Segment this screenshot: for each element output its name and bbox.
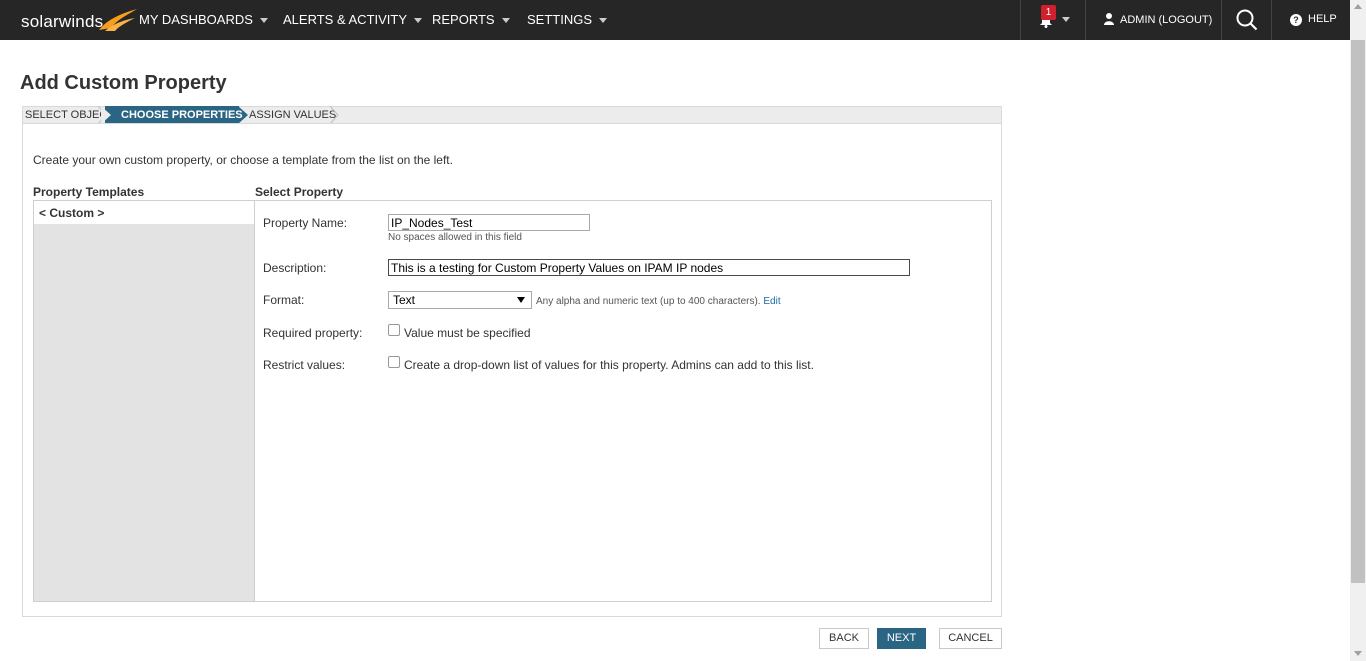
chevron-down-icon [599,18,608,24]
step-active-left-notch [101,106,111,124]
format-select[interactable]: Text [388,291,532,309]
help-icon: ? [1290,14,1302,26]
chevron-down-icon [414,18,423,24]
scroll-down-icon[interactable] [1354,651,1362,656]
format-hint: Any alpha and numeric text (up to 400 ch… [536,296,781,307]
restrict-values-checkbox[interactable] [388,356,400,368]
template-item-custom[interactable]: < Custom > [34,201,254,224]
search-icon[interactable] [1236,9,1258,31]
restrict-values-checkbox-label[interactable]: Create a drop-down list of values for th… [404,358,814,372]
scroll-up-icon[interactable] [1354,4,1362,9]
nav-reports-label: REPORTS [432,12,495,27]
property-name-input[interactable] [388,214,590,231]
logo-text: solarwinds [21,12,104,31]
divider [1271,0,1272,40]
step-assign-values[interactable]: ASSIGN VALUES [249,109,336,121]
help-label: HELP [1308,13,1337,25]
nav-settings[interactable]: SETTINGS [527,12,608,27]
chevron-down-icon [259,18,268,24]
nav-alerts-activity-label: ALERTS & ACTIVITY [283,12,408,27]
property-name-label: Property Name: [263,216,348,230]
divider [1020,0,1021,40]
nav-my-dashboards[interactable]: MY DASHBOARDS [139,12,268,27]
scrollbar-thumb[interactable] [1351,40,1365,583]
user-label: ADMIN (LOGOUT) [1120,14,1213,26]
back-button[interactable]: BACK [819,628,869,649]
format-edit-link[interactable]: Edit [763,296,780,307]
format-hint-text: Any alpha and numeric text (up to 400 ch… [536,296,761,307]
cancel-button[interactable]: CANCEL [939,628,1002,649]
wizard-steps: SELECT OBJECT CHOOSE PROPERTIES ASSIGN V… [22,106,1002,124]
required-checkbox-label[interactable]: Value must be specified [404,326,531,340]
top-nav-bar: solarwinds MY DASHBOARDS ALERTS & ACTIVI… [0,0,1350,40]
nav-my-dashboards-label: MY DASHBOARDS [139,12,253,27]
nav-reports[interactable]: REPORTS [432,12,510,27]
user-icon [1104,13,1114,25]
restrict-values-label: Restrict values: [263,358,346,372]
select-property-heading: Select Property [255,185,344,199]
step-separator-icon [329,106,339,124]
chevron-down-icon [1062,17,1070,22]
notification-badge: 1 [1041,5,1056,20]
templates-heading: Property Templates [33,185,145,199]
divider [1085,0,1086,40]
required-property-label: Required property: [263,326,363,340]
property-name-hint: No spaces allowed in this field [388,232,522,243]
divider [1221,0,1222,40]
required-checkbox[interactable] [388,324,400,336]
next-button[interactable]: NEXT [877,628,926,649]
description-label: Description: [263,261,327,275]
format-label: Format: [263,293,305,307]
nav-settings-label: SETTINGS [527,12,593,27]
chevron-down-icon [501,18,510,24]
help-link[interactable]: ? HELP [1290,13,1337,26]
step-choose-properties[interactable]: CHOOSE PROPERTIES [121,109,243,121]
nav-alerts-activity[interactable]: ALERTS & ACTIVITY [283,12,423,27]
format-selected-value: Text [393,293,416,307]
dropdown-arrow-icon [517,297,525,303]
templates-list [33,200,255,602]
description-input[interactable] [388,259,910,276]
user-logout-link[interactable]: ADMIN (LOGOUT) [1104,13,1212,26]
page-title: Add Custom Property [20,72,227,94]
logo-swoosh-icon [99,9,137,31]
intro-text: Create your own custom property, or choo… [33,153,453,167]
